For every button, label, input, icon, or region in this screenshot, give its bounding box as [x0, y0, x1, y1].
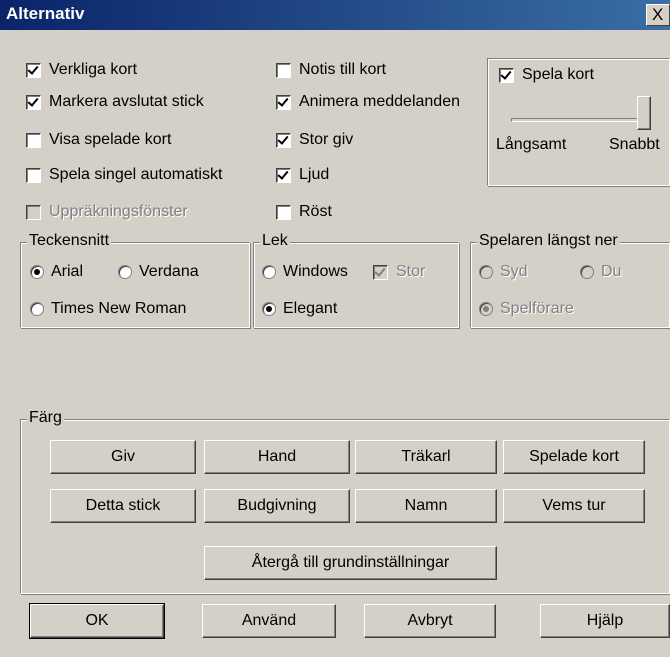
color-name-button[interactable]: Namn [355, 489, 497, 523]
elegant-label: Elegant [283, 300, 338, 317]
option-count-window: Uppräkningsfönster [26, 200, 188, 224]
arial-label: Arial [51, 263, 84, 280]
font-group-title: Teckensnitt [27, 232, 112, 250]
color-played-cards-button[interactable]: Spelade kort [503, 440, 645, 474]
show-played-cards-label: Visa spelade kort [49, 131, 172, 148]
auto-play-singleton-checkbox[interactable] [26, 167, 41, 183]
color-hand-button[interactable]: Hand [204, 440, 350, 474]
voice-label: Röst [299, 203, 332, 220]
option-play-cards[interactable]: Spela kort [499, 63, 594, 87]
large-deal-label: Stor giv [299, 131, 354, 148]
option-sound[interactable]: Ljud [276, 163, 329, 187]
you-label: Du [601, 263, 622, 280]
options-dialog: Alternativ X Verkliga kort Markera avslu… [0, 0, 670, 657]
bottom-player-group-title: Spelaren längst ner [477, 232, 620, 250]
option-auto-play-singleton[interactable]: Spela singel automatiskt [26, 163, 222, 187]
times-radio[interactable] [30, 302, 44, 316]
deck-large-checkbox [373, 264, 388, 280]
option-animate-messages[interactable]: Animera meddelanden [276, 90, 460, 114]
bottom-player-option-declarer: Spelförare [479, 297, 574, 321]
arial-radio[interactable] [30, 265, 44, 279]
color-this-trick-button[interactable]: Detta stick [50, 489, 196, 523]
deck-large-label: Stor [396, 263, 426, 280]
reset-defaults-button[interactable]: Återgå till grundinställningar [204, 546, 497, 580]
font-option-times[interactable]: Times New Roman [30, 297, 186, 321]
declarer-label: Spelförare [500, 300, 574, 317]
bottom-player-option-you: Du [580, 260, 621, 284]
close-button[interactable]: X [646, 4, 670, 26]
auto-play-singleton-label: Spela singel automatiskt [49, 166, 223, 183]
south-radio [479, 265, 493, 279]
mark-finished-trick-checkbox[interactable] [26, 94, 41, 110]
font-option-verdana[interactable]: Verdana [118, 260, 199, 284]
card-notes-checkbox[interactable] [276, 62, 291, 78]
windows-radio[interactable] [262, 265, 276, 279]
show-played-cards-checkbox[interactable] [26, 132, 41, 148]
deck-group-title: Lek [260, 232, 290, 250]
ok-button[interactable]: OK [29, 603, 165, 639]
option-card-notes[interactable]: Notis till kort [276, 58, 386, 82]
color-whose-turn-button[interactable]: Vems tur [503, 489, 645, 523]
sound-checkbox[interactable] [276, 167, 291, 183]
color-group-title: Färg [27, 409, 64, 427]
option-voice[interactable]: Röst [276, 200, 332, 224]
verdana-label: Verdana [139, 263, 199, 280]
windows-label: Windows [283, 263, 348, 280]
bottom-player-option-south: Syd [479, 260, 528, 284]
option-real-cards[interactable]: Verkliga kort [26, 58, 137, 82]
title-bar: Alternativ X [0, 0, 670, 30]
color-bidding-button[interactable]: Budgivning [204, 489, 350, 523]
sound-label: Ljud [299, 166, 330, 183]
apply-button[interactable]: Använd [202, 604, 336, 638]
real-cards-checkbox[interactable] [26, 62, 41, 78]
option-large-deal[interactable]: Stor giv [276, 128, 353, 152]
window-title: Alternativ [6, 4, 85, 23]
card-notes-label: Notis till kort [299, 61, 387, 78]
speed-slider-track[interactable] [511, 118, 651, 122]
verdana-radio[interactable] [118, 265, 132, 279]
speed-min-label: Långsamt [496, 136, 567, 153]
deck-option-elegant[interactable]: Elegant [262, 297, 337, 321]
voice-checkbox[interactable] [276, 204, 291, 220]
help-button[interactable]: Hjälp [540, 604, 670, 638]
large-deal-checkbox[interactable] [276, 132, 291, 148]
option-mark-finished-trick[interactable]: Markera avslutat stick [26, 90, 204, 114]
speed-slider-thumb[interactable] [637, 96, 651, 130]
cancel-button[interactable]: Avbryt [364, 604, 496, 638]
deck-option-large: Stor [373, 260, 425, 284]
color-deal-button[interactable]: Giv [50, 440, 196, 474]
real-cards-label: Verkliga kort [49, 61, 138, 78]
animate-messages-checkbox[interactable] [276, 94, 291, 110]
elegant-radio[interactable] [262, 302, 276, 316]
south-label: Syd [500, 263, 528, 280]
count-window-label: Uppräkningsfönster [49, 203, 188, 220]
times-label: Times New Roman [51, 300, 187, 317]
you-radio [580, 265, 594, 279]
play-cards-label: Spela kort [522, 66, 595, 83]
count-window-checkbox [26, 204, 41, 220]
color-dummy-button[interactable]: Träkarl [355, 440, 497, 474]
mark-finished-trick-label: Markera avslutat stick [49, 93, 204, 110]
option-show-played-cards[interactable]: Visa spelade kort [26, 128, 171, 152]
font-option-arial[interactable]: Arial [30, 260, 83, 284]
play-cards-checkbox[interactable] [499, 67, 514, 83]
deck-option-windows[interactable]: Windows [262, 260, 348, 284]
declarer-radio [479, 302, 493, 316]
animate-messages-label: Animera meddelanden [299, 93, 460, 110]
speed-max-label: Snabbt [609, 136, 660, 153]
